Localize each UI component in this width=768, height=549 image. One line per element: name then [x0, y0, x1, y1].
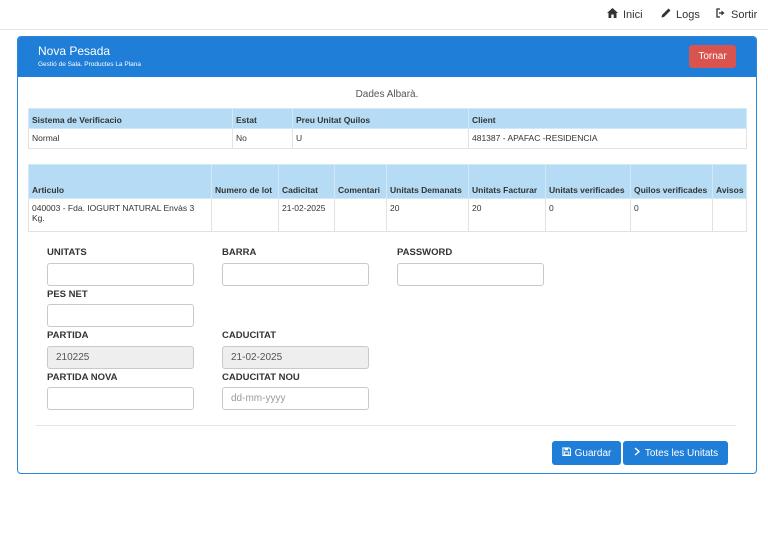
table-header-cell: Articulo: [28, 164, 212, 199]
password-input[interactable]: [397, 263, 544, 286]
partida-nova-input[interactable]: [47, 387, 194, 410]
pencil-icon: [661, 8, 671, 21]
top-navbar: Inici Logs Sortir: [0, 0, 768, 30]
caducitat-nou-input[interactable]: dd-mm-yyyy: [222, 387, 369, 410]
partida-nova-label: PARTIDA NOVA: [47, 372, 118, 383]
barra-input[interactable]: [222, 263, 369, 286]
totes-unitats-button[interactable]: Totes les Unitats: [623, 441, 728, 465]
caducitat-input: 21-02-2025: [222, 346, 369, 369]
table-header-row: Sistema de Verificacio Estat Preu Unitat…: [28, 108, 747, 129]
table-header-cell: Estat: [232, 108, 293, 129]
table-cell: [712, 198, 747, 232]
panel-title: Nova Pesada: [38, 44, 111, 58]
table-row: Normal No U 481387 - APAFAC -RESIDENCIA: [28, 128, 747, 149]
nav-inici-link[interactable]: Inici: [607, 8, 643, 21]
panel-header: Nova Pesada Gestió de Sala. Productes La…: [18, 37, 756, 77]
nav-sortir-link[interactable]: Sortir: [716, 8, 757, 21]
article-table: Articulo Numero de lot Cadicitat Comenta…: [28, 164, 747, 232]
nav-inici-label: Inici: [623, 8, 643, 21]
table-cell: [334, 198, 387, 232]
table-cell: 040003 - Fda. IOGURT NATURAL Envàs 3 Kg.: [28, 198, 212, 232]
partida-label: PARTIDA: [47, 330, 89, 341]
table-cell: 20: [386, 198, 469, 232]
barra-label: BARRA: [222, 247, 257, 258]
table-header-cell: Comentari: [334, 164, 387, 199]
table-cell: 481387 - APAFAC -RESIDENCIA: [468, 128, 747, 149]
table-header-cell: Preu Unitat Quilos: [292, 108, 469, 129]
table-cell: [211, 198, 279, 232]
table-header-row: Articulo Numero de lot Cadicitat Comenta…: [28, 164, 747, 199]
guardar-button[interactable]: Guardar: [552, 441, 621, 465]
table-cell: 0: [545, 198, 631, 232]
save-icon: [562, 447, 571, 459]
table-header-cell: Unitats Facturar: [468, 164, 546, 199]
section-title: Dades Albarà.: [355, 89, 419, 100]
table-row: 040003 - Fda. IOGURT NATURAL Envàs 3 Kg.…: [28, 198, 747, 232]
nova-pesada-panel: Nova Pesada Gestió de Sala. Productes La…: [17, 36, 757, 474]
table-header-cell: Quilos verificades: [630, 164, 713, 199]
table-cell: 21-02-2025: [278, 198, 335, 232]
table-cell: U: [292, 128, 469, 149]
pes-net-input[interactable]: [47, 304, 194, 327]
table-cell: Normal: [28, 128, 233, 149]
tornar-button[interactable]: Tornar: [689, 45, 736, 68]
nav-logs-label: Logs: [676, 8, 700, 21]
totes-unitats-label: Totes les Unitats: [644, 447, 719, 459]
partida-input: 210225: [47, 346, 194, 369]
panel-subtitle: Gestió de Sala. Productes La Plana: [38, 61, 141, 68]
table-header-cell: Cadicitat: [278, 164, 335, 199]
nav-sortir-label: Sortir: [731, 8, 758, 21]
nav-logs-link[interactable]: Logs: [661, 8, 700, 21]
caducitat-nou-label: CADUCITAT NOU: [222, 372, 300, 383]
caducitat-label: CADUCITAT: [222, 330, 276, 341]
unitats-input[interactable]: [47, 263, 194, 286]
table-cell: 0: [630, 198, 713, 232]
chevron-right-icon: [633, 447, 641, 459]
table-cell: No: [232, 128, 293, 149]
table-header-cell: Avisos: [712, 164, 747, 199]
sign-out-icon: [716, 8, 726, 21]
table-header-cell: Unitats verificades: [545, 164, 631, 199]
table-header-cell: Numero de lot: [211, 164, 279, 199]
pes-net-label: PES NET: [47, 289, 88, 300]
table-header-cell: Unitats Demanats: [386, 164, 469, 199]
table-header-cell: Client: [468, 108, 747, 129]
password-label: PASSWORD: [397, 247, 453, 258]
albara-table: Sistema de Verificacio Estat Preu Unitat…: [28, 108, 747, 149]
table-header-cell: Sistema de Verificacio: [28, 108, 233, 129]
table-cell: 20: [468, 198, 546, 232]
form-divider: [36, 425, 736, 426]
home-icon: [607, 8, 618, 21]
unitats-label: UNITATS: [47, 247, 87, 258]
guardar-label: Guardar: [574, 447, 612, 459]
